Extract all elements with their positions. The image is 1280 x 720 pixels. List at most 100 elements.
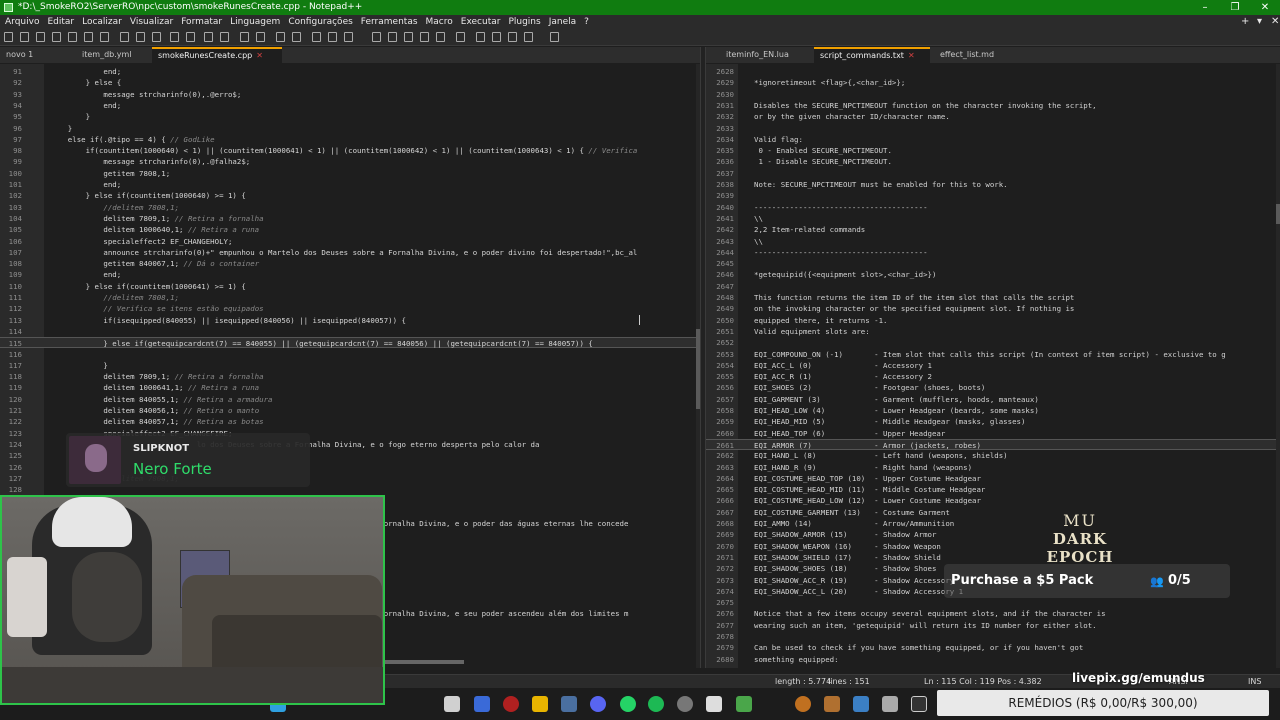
code-line[interactable]: 2678 bbox=[706, 631, 1280, 642]
code-line[interactable]: 2634 Valid flag: bbox=[706, 134, 1280, 145]
code-line[interactable]: 100 getitem 7808,1; bbox=[0, 168, 700, 179]
taskbar-game2-icon[interactable] bbox=[824, 696, 840, 712]
code-line[interactable]: 2640 ------------------------------------… bbox=[706, 202, 1280, 213]
tab-script-commands[interactable]: script_commands.txt ✕ bbox=[814, 47, 930, 63]
code-line[interactable]: 109 end; bbox=[0, 269, 700, 280]
word-wrap-icon[interactable] bbox=[312, 32, 321, 42]
code-line[interactable]: 2671 EQI_SHADOW_SHIELD (17) - Shadow Shie… bbox=[706, 552, 1280, 563]
code-line[interactable]: 108 getitem 840067,1; // Dá o container bbox=[0, 258, 700, 269]
menu-plugins[interactable]: Plugins bbox=[508, 17, 540, 27]
code-line[interactable]: 110 } else if(countitem(1000641) >= 1) { bbox=[0, 281, 700, 292]
code-line[interactable]: 96 } bbox=[0, 123, 700, 134]
code-line[interactable]: 93 message strcharinfo(0),.@erro$; bbox=[0, 89, 700, 100]
code-line[interactable]: 106 specialeffect2 EF_CHANGEHOLY; bbox=[0, 236, 700, 247]
code-line[interactable]: 120 delitem 840055,1; // Retira a armadu… bbox=[0, 394, 700, 405]
menu-ferramentas[interactable]: Ferramentas bbox=[361, 17, 418, 27]
replace-icon[interactable] bbox=[220, 32, 229, 42]
code-line[interactable]: 122 delitem 840057,1; // Retira as botas bbox=[0, 416, 700, 427]
code-line[interactable]: 2652 bbox=[706, 337, 1280, 348]
code-line[interactable]: 2670 EQI_SHADOW_WEAPON (16) - Shadow Weap… bbox=[706, 541, 1280, 552]
tab-item-db[interactable]: item_db.yml bbox=[76, 47, 152, 63]
close-file-icon[interactable] bbox=[68, 32, 77, 42]
code-line[interactable]: 94 end; bbox=[0, 100, 700, 111]
code-line[interactable]: 98 if(countitem(1000640) < 1) || (counti… bbox=[0, 145, 700, 156]
undo-icon[interactable] bbox=[170, 32, 179, 42]
code-line[interactable]: 2658 EQI_HEAD_LOW (4) - Lower Headgear (b… bbox=[706, 405, 1280, 416]
taskbar-notepadpp-icon[interactable] bbox=[736, 696, 752, 712]
code-line[interactable]: 2668 EQI_AMMO (14) - Arrow/Ammunition bbox=[706, 518, 1280, 529]
tab-close-icon[interactable]: ✕ bbox=[908, 51, 915, 60]
taskbar-terminal-icon[interactable] bbox=[911, 696, 927, 712]
maximize-icon[interactable]: ❐ bbox=[1220, 0, 1250, 15]
vertical-scrollbar-left[interactable] bbox=[696, 64, 700, 668]
vertical-scrollbar-right[interactable] bbox=[1276, 64, 1280, 668]
code-line[interactable]: 2632 or by the given character ID/charact… bbox=[706, 111, 1280, 122]
code-line[interactable]: 95 } bbox=[0, 111, 700, 122]
tab-effect-list[interactable]: effect_list.md bbox=[934, 47, 1024, 63]
menu-plus-icon[interactable]: + bbox=[1241, 15, 1249, 29]
code-line[interactable]: 2667 EQI_COSTUME_GARMENT (13) - Costume G… bbox=[706, 507, 1280, 518]
menu-visualizar[interactable]: Visualizar bbox=[130, 17, 173, 27]
code-line[interactable]: 2635 0 - Enabled SECURE_NPCTIMEOUT. bbox=[706, 145, 1280, 156]
taskbar-app3-icon[interactable] bbox=[882, 696, 898, 712]
tab-iteminfo[interactable]: iteminfo_EN.lua bbox=[720, 47, 814, 63]
menu-close-icon[interactable]: ✕ bbox=[1271, 15, 1279, 29]
taskbar-opera-icon[interactable] bbox=[503, 696, 519, 712]
status-insert-mode[interactable]: INS bbox=[1248, 675, 1261, 689]
code-line[interactable]: 2639 bbox=[706, 190, 1280, 201]
code-line[interactable]: 2636 1 - Disable SECURE_NPCTIMEOUT. bbox=[706, 156, 1280, 167]
tab-smokerunescreate[interactable]: smokeRunesCreate.cpp ✕ bbox=[152, 47, 282, 63]
code-line[interactable]: 2645 bbox=[706, 258, 1280, 269]
scroll-thumb[interactable] bbox=[696, 329, 700, 409]
taskbar-steam-icon[interactable] bbox=[561, 696, 577, 712]
code-line[interactable]: 2676 Notice that a few items occupy sever… bbox=[706, 608, 1280, 619]
code-line[interactable]: 2649 on the invoking character or the spe… bbox=[706, 303, 1280, 314]
code-line[interactable]: 2655 EQI_ACC_R (1) - Accessory 2 bbox=[706, 371, 1280, 382]
print-icon[interactable] bbox=[100, 32, 109, 42]
taskbar-discord-icon[interactable] bbox=[590, 696, 606, 712]
function-list-icon[interactable] bbox=[404, 32, 413, 42]
code-line[interactable]: 2659 EQI_HEAD_MID (5) - Middle Headgear (… bbox=[706, 416, 1280, 427]
code-line[interactable]: 2680 something equipped: bbox=[706, 654, 1280, 665]
record-macro-icon[interactable] bbox=[456, 32, 465, 42]
code-line[interactable]: 101 end; bbox=[0, 179, 700, 190]
code-line[interactable]: 2663 EQI_HAND_R (9) - Right hand (weapons… bbox=[706, 462, 1280, 473]
scroll-thumb[interactable] bbox=[1276, 204, 1280, 224]
code-line[interactable]: 92 } else { bbox=[0, 77, 700, 88]
code-line[interactable]: 103 //delitem 7808,1; bbox=[0, 202, 700, 213]
code-line[interactable]: 2643 \\ bbox=[706, 236, 1280, 247]
code-line[interactable]: 2644 ------------------------------------… bbox=[706, 247, 1280, 258]
indent-guide-icon[interactable] bbox=[344, 32, 353, 42]
taskbar-folder-icon[interactable] bbox=[532, 696, 548, 712]
spell-check-icon[interactable] bbox=[550, 32, 559, 42]
run-macro-icon[interactable] bbox=[508, 32, 517, 42]
menu-formatar[interactable]: Formatar bbox=[181, 17, 222, 27]
code-line[interactable]: 2646 *getequipid({<equipment slot>,<char_… bbox=[706, 269, 1280, 280]
zoom-in-icon[interactable] bbox=[240, 32, 249, 42]
close-icon[interactable]: ✕ bbox=[1250, 0, 1280, 15]
code-line[interactable]: 102 } else if(countitem(1000640) >= 1) { bbox=[0, 190, 700, 201]
menu-localizar[interactable]: Localizar bbox=[82, 17, 122, 27]
code-line[interactable]: 2664 EQI_COSTUME_HEAD_TOP (10) - Upper Co… bbox=[706, 473, 1280, 484]
code-line[interactable]: 114 bbox=[0, 326, 700, 337]
code-line[interactable]: 116 bbox=[0, 349, 700, 360]
menu-linguagem[interactable]: Linguagem bbox=[230, 17, 280, 27]
code-line[interactable]: 2650 equipped there, it returns -1. bbox=[706, 315, 1280, 326]
code-line[interactable]: 2654 EQI_ACC_L (0) - Accessory 1 bbox=[706, 360, 1280, 371]
code-line[interactable]: 118 delitem 7809,1; // Retira a fornalha bbox=[0, 371, 700, 382]
code-line[interactable]: 2630 bbox=[706, 89, 1280, 100]
code-line[interactable]: 119 delitem 1000641,1; // Retira a runa bbox=[0, 382, 700, 393]
code-line[interactable]: 2642 2,2 Item-related commands bbox=[706, 224, 1280, 235]
code-line[interactable]: 2638 Note: SECURE_NPCTIMEOUT must be enab… bbox=[706, 179, 1280, 190]
code-line[interactable]: 2665 EQI_COSTUME_HEAD_MID (11) - Middle C… bbox=[706, 484, 1280, 495]
code-line[interactable]: 2666 EQI_COSTUME_HEAD_LOW (12) - Lower Co… bbox=[706, 495, 1280, 506]
taskbar-settings-icon[interactable] bbox=[706, 696, 722, 712]
taskbar-obs-icon[interactable] bbox=[677, 696, 693, 712]
code-line[interactable]: 111 //delitem 7808,1; bbox=[0, 292, 700, 303]
menu-janela[interactable]: Janela bbox=[549, 17, 576, 27]
code-line[interactable]: 104 delitem 7809,1; // Retira a fornalha bbox=[0, 213, 700, 224]
menu-configuracoes[interactable]: Configurações bbox=[288, 17, 352, 27]
taskbar-game-icon[interactable] bbox=[795, 696, 811, 712]
code-line[interactable]: 121 delitem 840056,1; // Retira o manto bbox=[0, 405, 700, 416]
menu-arquivo[interactable]: Arquivo bbox=[5, 17, 39, 27]
